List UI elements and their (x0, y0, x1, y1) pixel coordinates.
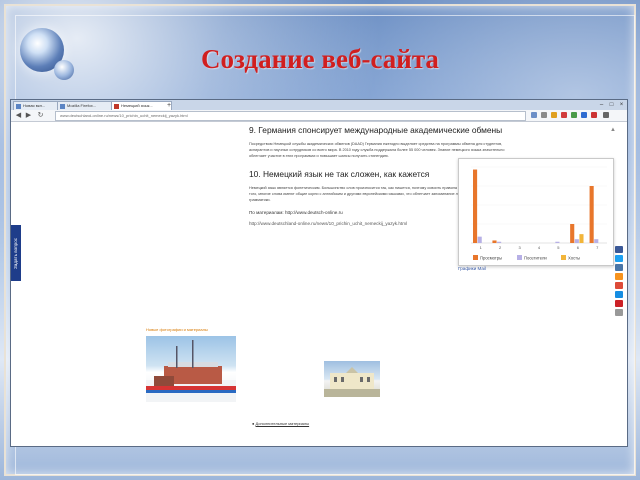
scroll-top-icon[interactable]: ▲ (609, 126, 617, 134)
bar-Просмотры-2 (492, 240, 497, 243)
vk-icon[interactable] (615, 264, 623, 271)
bar-Посетители-1 (477, 236, 482, 243)
google-plus-icon[interactable] (615, 282, 623, 289)
heading-9: 9. Германия спонсирует международные ака… (249, 125, 503, 135)
pinterest-icon[interactable] (615, 300, 623, 307)
close-button[interactable]: × (617, 101, 626, 109)
x-tick-label: 6 (577, 245, 580, 250)
x-tick-label: 5 (557, 245, 560, 250)
mail-icon[interactable] (615, 291, 623, 298)
legend-swatch-1 (517, 255, 522, 260)
manor-illustration (324, 367, 380, 397)
old-building-photo[interactable] (324, 361, 380, 397)
facebook-icon[interactable] (615, 246, 623, 253)
legend-swatch-2 (561, 255, 566, 260)
reload-icon[interactable]: ↻ (37, 112, 44, 119)
twitter-icon[interactable] (615, 255, 623, 262)
menu-icon[interactable] (603, 112, 609, 118)
page-icon (60, 104, 65, 109)
building-illustration (146, 340, 236, 402)
bookmark-icon[interactable] (531, 112, 537, 118)
bar-Просмотры-1 (473, 169, 478, 243)
legend-label-2: Хосты (568, 256, 580, 261)
ask-question-tab[interactable]: Задать вопрос (11, 225, 21, 281)
paragraph-9: Посредством Немецкой службы академически… (249, 142, 505, 159)
winter-building-photo[interactable] (146, 336, 236, 402)
social-buttons (615, 246, 625, 318)
star-icon[interactable] (551, 112, 557, 118)
bar-Хосты-6 (579, 234, 584, 243)
bar-Посетители-7 (594, 239, 599, 243)
slide-title: Создание веб-сайта (201, 44, 439, 74)
x-tick-label: 3 (518, 245, 521, 250)
bar-Посетители-5 (555, 241, 560, 243)
tab-label: Mozilla Firefox... (67, 103, 97, 108)
browser-window: Новая вкл... Mozilla Firefox... Немецкий… (10, 99, 628, 447)
forward-icon[interactable]: ▶ (25, 112, 32, 119)
more-materials-link[interactable]: ● Дополнительные материалы (252, 421, 309, 426)
x-tick-label: 2 (499, 245, 502, 250)
chart-caption[interactable]: Графики Mail (458, 266, 486, 271)
back-icon[interactable]: ◀ (15, 112, 22, 119)
pocket-icon[interactable] (591, 112, 597, 118)
tab-label: Немецкий язык... (121, 103, 153, 108)
x-tick-label: 7 (596, 245, 599, 250)
legend-label-0: Просмотры (480, 256, 502, 261)
new-tab-button[interactable]: + (167, 102, 171, 109)
tab-bar: Новая вкл... Mozilla Firefox... Немецкий… (11, 100, 627, 111)
bar-Просмотры-7 (589, 186, 594, 243)
minimize-button[interactable]: – (597, 101, 606, 109)
bar-Посетители-2 (497, 241, 502, 243)
bar-Просмотры-6 (570, 224, 575, 243)
address-bar[interactable]: www.deutschland-online.ru/news/10_prichi… (55, 111, 526, 121)
x-tick-label: 4 (538, 245, 541, 250)
chart-popup: 1 2 3 4 5 6 7 Просмотры Посетители Хосты (458, 158, 614, 266)
tab-label: Новая вкл... (23, 103, 46, 108)
download-icon[interactable] (541, 112, 547, 118)
addon-icon[interactable] (561, 112, 567, 118)
more-share-icon[interactable] (615, 309, 623, 316)
legend-label-1: Посетители (524, 256, 547, 261)
extension-icon[interactable] (571, 112, 577, 118)
x-tick-label: 1 (480, 245, 483, 250)
photo-caption[interactable]: Новые фотографии и материалы (146, 327, 236, 332)
legend-swatch-0 (473, 255, 478, 260)
page-icon (114, 104, 119, 109)
maximize-button[interactable]: □ (607, 101, 616, 109)
share-icon[interactable] (581, 112, 587, 118)
bar-Посетители-6 (574, 239, 579, 243)
odnoklassniki-icon[interactable] (615, 273, 623, 280)
page-icon (16, 104, 21, 109)
stats-chart: 1 2 3 4 5 6 7 Просмотры Посетители Хосты (471, 166, 607, 261)
more-materials-label: Дополнительные материалы (255, 421, 310, 426)
navigation-bar: ◀ ▶ ↻ www.deutschland-online.ru/news/10_… (11, 110, 627, 122)
